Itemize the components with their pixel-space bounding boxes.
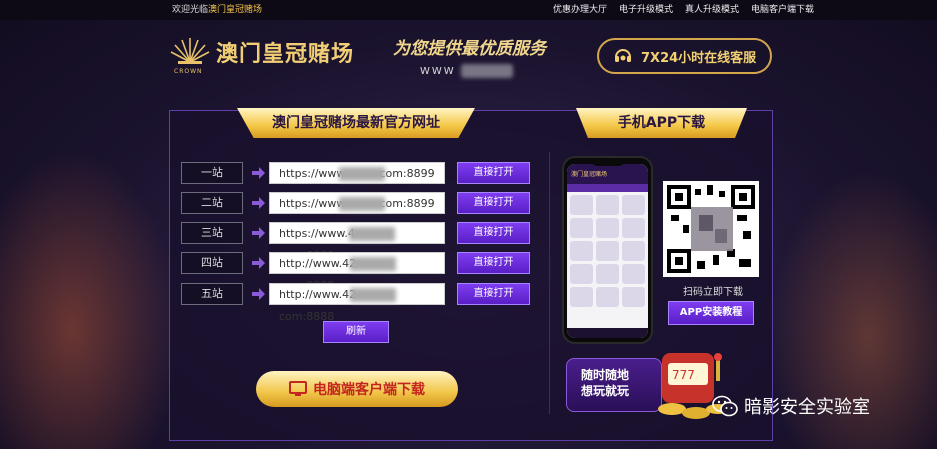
phone-app-bar — [567, 184, 648, 192]
site-url-field[interactable]: https://www com:8899 — [269, 192, 445, 214]
phone-mockup: 澳门皇冠赌场 — [562, 156, 653, 344]
site-logo[interactable]: CROWN 澳门皇冠赌场 — [170, 34, 355, 75]
arrow-right-icon — [252, 257, 265, 269]
game-tile — [622, 218, 645, 238]
header: CROWN 澳门皇冠赌场 为您提供最优质服务 WWW 7X24小时在线客服 — [0, 20, 937, 92]
slogan-url-prefix: WWW — [420, 66, 456, 77]
svg-text:777: 777 — [672, 368, 695, 382]
blurred-region — [350, 257, 397, 271]
phone-app-header: 澳门皇冠赌场 — [567, 164, 648, 184]
url-start: http://www.42 — [279, 288, 357, 301]
urls-title: 澳门皇冠赌场最新官方网址 — [237, 108, 475, 138]
game-tile — [570, 241, 593, 261]
blurred-region — [348, 227, 395, 241]
scan-instruction: 扫码立即下载 — [683, 287, 743, 298]
open-site-button[interactable]: 直接打开 — [457, 192, 530, 214]
site-url-field[interactable]: https://www com:8899 — [269, 162, 445, 184]
wechat-icon — [712, 395, 738, 417]
game-tile — [596, 195, 619, 215]
pc-client-download-button[interactable]: 电脑端客户端下载 — [256, 371, 458, 407]
phone-notch — [592, 160, 624, 166]
watermark-text: 暗影安全实验室 — [744, 397, 870, 418]
slogan-url: WWW — [420, 64, 513, 78]
top-bar: 欢迎光临澳门皇冠赌场 优惠办理大厅 电子升级模式 真人升级模式 电脑客户端下载 — [0, 0, 937, 20]
game-tile — [622, 241, 645, 261]
top-links: 优惠办理大厅 电子升级模式 真人升级模式 电脑客户端下载 — [553, 0, 814, 20]
arrow-right-icon — [252, 288, 265, 300]
crown-icon: CROWN — [170, 34, 210, 75]
watermark: 暗影安全实验室 — [712, 393, 870, 419]
site-label: 二站 — [181, 192, 243, 214]
game-tile — [596, 241, 619, 261]
game-tile — [596, 287, 619, 307]
game-tile — [570, 264, 593, 284]
open-site-button[interactable]: 直接打开 — [457, 162, 530, 184]
site-label: 三站 — [181, 222, 243, 244]
game-tile — [622, 195, 645, 215]
open-site-button[interactable]: 直接打开 — [457, 283, 530, 305]
top-link-electronic-upgrade[interactable]: 电子升级模式 — [619, 0, 673, 20]
welcome-brand-link[interactable]: 澳门皇冠赌场 — [208, 5, 262, 15]
site-label: 一站 — [181, 162, 243, 184]
site-url-field[interactable]: http://www.42com:8888 — [269, 252, 445, 292]
open-site-button[interactable]: 直接打开 — [457, 222, 530, 244]
qr-code-icon — [667, 185, 755, 273]
game-tile — [622, 287, 645, 307]
url-start: https://www — [279, 197, 346, 210]
blurred-region — [350, 288, 397, 302]
game-tile — [570, 218, 593, 238]
headset-icon — [615, 49, 631, 62]
game-tile — [570, 287, 593, 307]
url-start: http://www.42 — [279, 257, 357, 270]
arrow-right-icon — [252, 227, 265, 239]
app-title: 手机APP下载 — [576, 108, 747, 138]
phone-game-grid — [567, 192, 648, 310]
slogan: 为您提供最优质服务 — [393, 39, 546, 59]
blurred-region — [339, 167, 386, 181]
app-qr-code — [663, 181, 759, 277]
background-glow-left — [0, 150, 180, 449]
crown-word: CROWN — [174, 68, 203, 75]
top-link-live-upgrade[interactable]: 真人升级模式 — [685, 0, 739, 20]
site-url-field[interactable]: https://www.4com:8899 — [269, 222, 445, 262]
monitor-icon — [289, 381, 307, 396]
game-tile — [622, 264, 645, 284]
top-link-promo-hall[interactable]: 优惠办理大厅 — [553, 0, 607, 20]
blurred-region — [460, 64, 513, 78]
logo-text: 澳门皇冠赌场 — [216, 41, 355, 67]
site-url-field[interactable]: http://www.42com:8888 — [269, 283, 445, 323]
blurred-region — [339, 197, 386, 211]
game-tile — [596, 264, 619, 284]
customer-service-label: 7X24小时在线客服 — [641, 50, 757, 66]
arrow-right-icon — [252, 167, 265, 179]
url-end: com:8899 — [379, 197, 435, 210]
site-label: 五站 — [181, 283, 243, 305]
welcome-prefix: 欢迎光临 — [172, 5, 209, 15]
url-start: https://www.4 — [279, 227, 355, 240]
refresh-button[interactable]: 刷新 — [323, 321, 389, 343]
url-end: com:8899 — [379, 167, 435, 180]
customer-service-button[interactable]: 7X24小时在线客服 — [597, 38, 772, 74]
site-label: 四站 — [181, 252, 243, 274]
phone-app-footer — [567, 328, 648, 338]
top-link-pc-download[interactable]: 电脑客户端下载 — [751, 0, 814, 20]
game-tile — [596, 218, 619, 238]
welcome-text: 欢迎光临澳门皇冠赌场 — [172, 0, 262, 20]
phone-screen: 澳门皇冠赌场 — [567, 164, 648, 338]
open-site-button[interactable]: 直接打开 — [457, 252, 530, 274]
pc-client-download-label: 电脑端客户端下载 — [313, 382, 425, 398]
panel-divider — [549, 152, 550, 414]
arrow-right-icon — [252, 197, 265, 209]
url-start: https://www — [279, 167, 346, 180]
game-tile — [570, 195, 593, 215]
app-install-tutorial-button[interactable]: APP安装教程 — [668, 301, 754, 325]
